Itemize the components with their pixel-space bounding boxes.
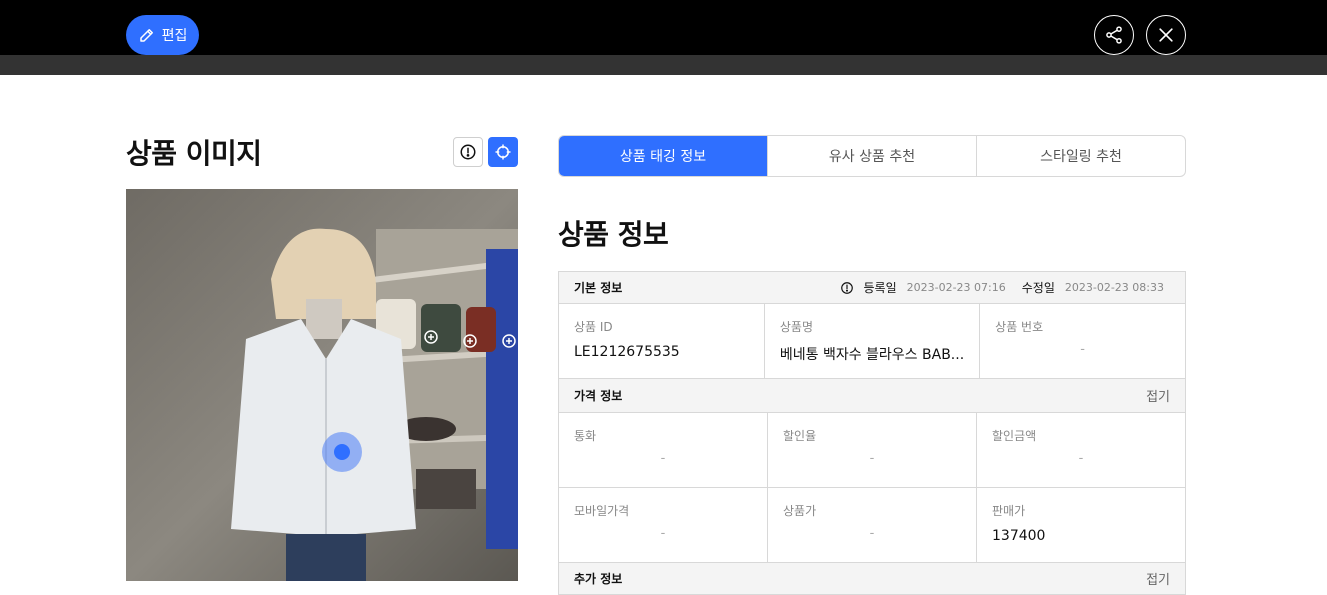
product-number-value: - bbox=[1080, 342, 1085, 357]
edit-button[interactable]: 편집 bbox=[126, 15, 199, 55]
basic-info-title: 기본 정보 bbox=[574, 281, 623, 295]
extra-info-header: 추가 정보 접기 bbox=[559, 563, 1185, 595]
share-icon bbox=[1106, 26, 1122, 44]
mobile-price-value: - bbox=[660, 526, 666, 541]
list-price-value: - bbox=[869, 526, 875, 541]
mobile-price-cell: 모바일가격 - bbox=[559, 488, 767, 562]
discount-amount-label: 할인금액 bbox=[992, 429, 1037, 443]
discount-rate-cell: 할인율 - bbox=[767, 413, 976, 487]
list-price-label: 상품가 bbox=[783, 504, 817, 518]
close-icon bbox=[1159, 28, 1173, 42]
tab-styling[interactable]: 스타일링 추천 bbox=[976, 136, 1185, 176]
price-info-header: 가격 정보 접기 bbox=[559, 379, 1185, 413]
extra-collapse-button[interactable]: 접기 bbox=[1146, 569, 1170, 588]
discount-amount-cell: 할인금액 - bbox=[976, 413, 1185, 487]
product-photo[interactable] bbox=[126, 189, 518, 581]
sale-price-value: 137400 bbox=[992, 528, 1046, 544]
discount-amount-value: - bbox=[1078, 451, 1084, 466]
price-row-2: 모바일가격 - 상품가 - 판매가 137400 bbox=[559, 488, 1185, 563]
price-row-1: 통화 - 할인율 - 할인금액 - bbox=[559, 413, 1185, 488]
sale-price-cell: 판매가 137400 bbox=[976, 488, 1185, 562]
product-number-cell: 상품 번호 - bbox=[979, 304, 1185, 378]
currency-label: 통화 bbox=[574, 429, 597, 443]
focus-icon bbox=[495, 144, 511, 160]
product-info-title: 상품 정보 bbox=[558, 218, 669, 251]
product-id-value: LE1212675535 bbox=[574, 344, 680, 360]
sub-bar bbox=[0, 55, 1327, 75]
share-button[interactable] bbox=[1094, 15, 1134, 55]
currency-value: - bbox=[660, 451, 666, 466]
product-number-label: 상품 번호 bbox=[995, 320, 1044, 334]
product-id-cell: 상품 ID LE1212675535 bbox=[559, 304, 764, 378]
product-info-table: 기본 정보 등록일 2023-02-23 07:16 수정일 2023-02-2… bbox=[558, 271, 1186, 595]
product-name-value: 베네통 백자수 블라우스 BAB... bbox=[779, 347, 965, 363]
registered-value: 2023-02-23 07:16 bbox=[906, 281, 1006, 294]
extra-info-title: 추가 정보 bbox=[574, 572, 623, 586]
tab-similar-products[interactable]: 유사 상품 추천 bbox=[767, 136, 976, 176]
modified-label: 수정일 bbox=[1021, 281, 1055, 295]
basic-info-header: 기본 정보 등록일 2023-02-23 07:16 수정일 2023-02-2… bbox=[559, 272, 1185, 304]
info-icon bbox=[460, 144, 476, 160]
product-id-label: 상품 ID bbox=[574, 320, 613, 334]
info-icon bbox=[840, 281, 853, 294]
discount-rate-value: - bbox=[869, 451, 875, 466]
product-photo-illustration bbox=[126, 189, 518, 581]
image-focus-button[interactable] bbox=[488, 137, 518, 167]
pencil-icon bbox=[139, 29, 153, 42]
list-price-cell: 상품가 - bbox=[767, 488, 976, 562]
product-name-cell: 상품명 베네통 백자수 블라우스 BAB... bbox=[763, 304, 979, 378]
date-info: 등록일 2023-02-23 07:16 수정일 2023-02-23 08:3… bbox=[840, 279, 1171, 296]
mobile-price-label: 모바일가격 bbox=[574, 504, 630, 518]
currency-cell: 통화 - bbox=[559, 413, 767, 487]
discount-rate-label: 할인율 bbox=[783, 429, 817, 443]
detail-tabs: 상품 태깅 정보 유사 상품 추천 스타일링 추천 bbox=[558, 135, 1186, 177]
registered-label: 등록일 bbox=[863, 281, 897, 295]
image-panel-title: 상품 이미지 bbox=[126, 137, 262, 170]
tab-tagging-info[interactable]: 상품 태깅 정보 bbox=[559, 136, 767, 176]
price-collapse-button[interactable]: 접기 bbox=[1146, 386, 1170, 405]
image-info-button[interactable] bbox=[453, 137, 483, 167]
basic-info-row: 상품 ID LE1212675535 상품명 베네통 백자수 블라우스 BAB.… bbox=[559, 304, 1185, 379]
price-info-title: 가격 정보 bbox=[574, 389, 623, 403]
close-button[interactable] bbox=[1146, 15, 1186, 55]
modified-value: 2023-02-23 08:33 bbox=[1064, 281, 1164, 294]
edit-button-label: 편집 bbox=[161, 28, 188, 44]
sale-price-label: 판매가 bbox=[992, 504, 1026, 518]
product-name-label: 상품명 bbox=[779, 320, 813, 334]
